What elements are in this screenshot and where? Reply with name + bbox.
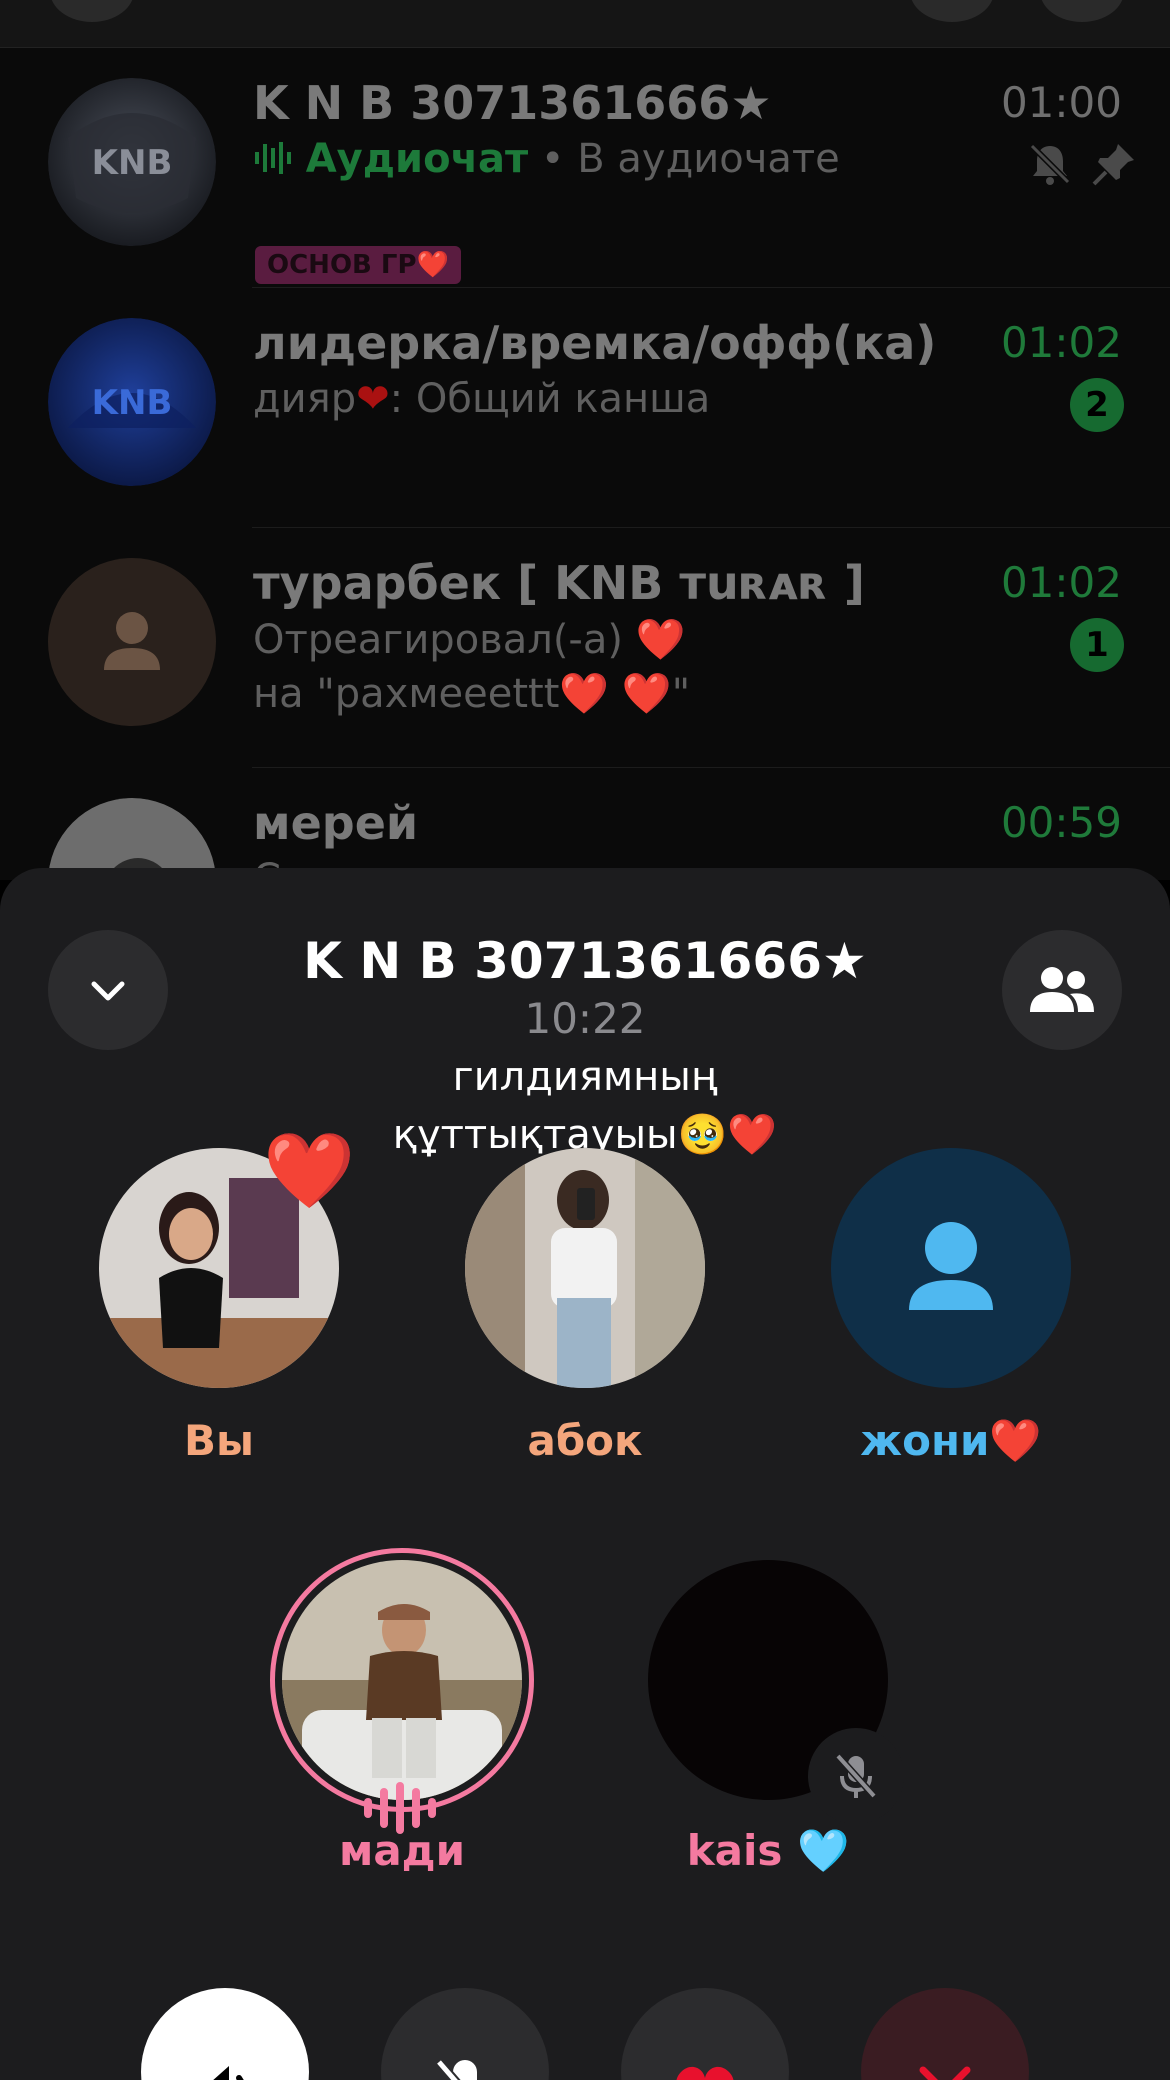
reaction-badge: ❤️: [263, 1128, 356, 1214]
svg-text:KNB: KNB: [92, 143, 173, 183]
person-icon: [909, 1222, 993, 1310]
chat-title: лидерка/времка/офф(ка): [253, 316, 937, 370]
participant-name: мади: [338, 1826, 466, 1875]
chat-tag: ОСНОВ ГР❤️: [255, 246, 461, 284]
sender-name: дияр: [253, 376, 357, 422]
mic-off-icon: [835, 1753, 877, 1799]
call-status: гилдиямның құттықтауыы🥹❤️: [0, 1048, 1170, 1164]
participant-self[interactable]: ❤️ Вы: [69, 1134, 369, 1468]
call-title: K N B 3071361666★: [303, 932, 867, 990]
participant-avatar: [831, 1148, 1071, 1388]
muted-bell-icon: [1026, 140, 1074, 192]
heart-icon: [676, 2066, 734, 2080]
top-bar: [0, 0, 1170, 48]
chat-preview-line2: на "рахмееettt❤️ ❤️": [253, 671, 691, 717]
participant-name: kais 🩵: [686, 1826, 850, 1875]
chat-avatar: KNB: [48, 78, 216, 246]
participant-kais[interactable]: kais 🩵: [618, 1548, 918, 1878]
chat-time: 00:59: [1000, 798, 1122, 847]
speaker-button[interactable]: [141, 1988, 309, 2080]
chat-title: K N B 3071361666★: [253, 76, 772, 130]
audio-chat-label: Аудиочат: [305, 136, 529, 182]
chat-avatar: KNB: [48, 318, 216, 486]
heart-icon: ❤: [356, 376, 390, 422]
audio-wave-icon: [253, 136, 306, 182]
participant-name: жони❤️: [860, 1416, 1042, 1465]
chat-row[interactable]: мерей 00:59 Стикер: [0, 768, 1170, 880]
chat-row[interactable]: KNB лидерка/времка/офф(ка) 01:02 дияр❤: …: [0, 288, 1170, 528]
edit-button[interactable]: [910, 0, 994, 22]
call-timer: 10:22: [524, 994, 646, 1043]
chat-preview: Аудиочат • В аудиочате: [253, 136, 840, 182]
call-status-line1: гилдиямның: [452, 1054, 718, 1100]
participant-avatar: [465, 1148, 705, 1388]
pin-icon: [1090, 140, 1138, 192]
chat-row[interactable]: KNB K N B 3071361666★ 01:00 Аудиочат • В…: [0, 48, 1170, 288]
compose-button[interactable]: [1040, 0, 1124, 22]
unread-badge: 1: [1070, 618, 1124, 672]
chat-time: 01:02: [1000, 558, 1122, 607]
participant-madi[interactable]: мади: [252, 1548, 552, 1878]
chat-title: турарбек [ KNB ᴛuʀᴀʀ ]: [253, 556, 865, 610]
chat-time: 01:00: [1000, 78, 1122, 127]
mic-off-icon: [435, 2059, 477, 2080]
chat-time: 01:02: [1000, 318, 1122, 367]
chat-preview-line1: Отреагировал(-а) ❤️: [253, 617, 686, 663]
participant-abok[interactable]: абок: [435, 1148, 735, 1468]
speaker-icon: [213, 2066, 244, 2080]
chat-preview: дияр❤: Общий канша: [253, 376, 710, 422]
muted-mic-badge: [808, 1728, 904, 1824]
back-button[interactable]: [50, 0, 134, 22]
chat-avatar: [48, 558, 216, 726]
chat-row[interactable]: турарбек [ KNB ᴛuʀᴀʀ ] 01:02 Отреагирова…: [0, 528, 1170, 768]
participant-zhoni[interactable]: жони❤️: [801, 1148, 1101, 1468]
person-icon: [104, 612, 160, 670]
close-icon: [919, 2066, 971, 2080]
svg-text:KNB: KNB: [92, 383, 173, 423]
audio-chat-status: • В аудиочате: [528, 136, 840, 182]
leave-call-button[interactable]: [861, 1988, 1029, 2080]
chat-list-background: KNB K N B 3071361666★ 01:00 Аудиочат • В…: [0, 0, 1170, 880]
mute-button[interactable]: [381, 1988, 549, 2080]
participant-name: Вы: [184, 1416, 254, 1465]
chat-title: мерей: [253, 796, 419, 850]
reaction-button[interactable]: [621, 1988, 789, 2080]
participant-avatar: [282, 1560, 522, 1800]
message-text: : Общий канша: [389, 376, 711, 422]
participant-name: абок: [527, 1416, 643, 1465]
unread-badge: 2: [1070, 378, 1124, 432]
voice-chat-sheet: K N B 3071361666★ 10:22 гилдиямның құтты…: [0, 868, 1170, 2080]
